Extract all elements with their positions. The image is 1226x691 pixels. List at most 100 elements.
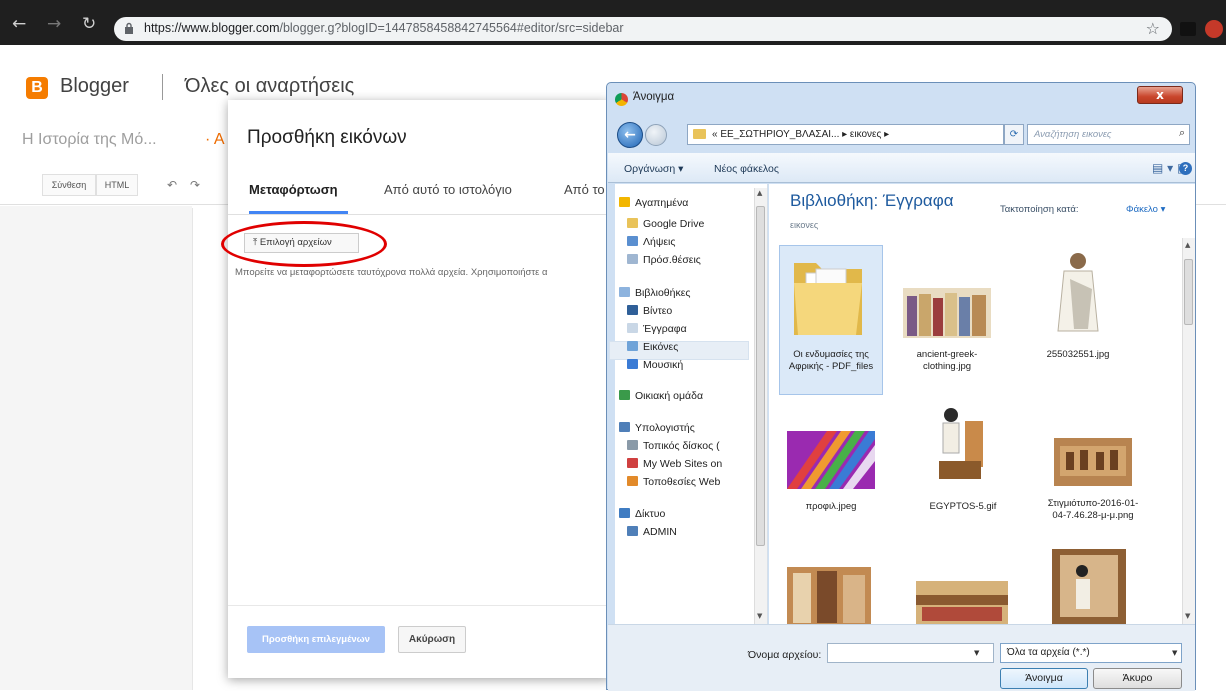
scroll-down-icon[interactable]: ▼	[1185, 612, 1190, 620]
nav-item-label: Έγγραφα	[643, 323, 687, 335]
extension-icon[interactable]	[1180, 22, 1196, 36]
blogger-brand[interactable]: Blogger	[60, 75, 129, 98]
file-label[interactable]: ancient-greek-clothing.jpg	[897, 349, 997, 373]
file-label[interactable]: 255032551.jpg	[1032, 349, 1124, 361]
close-icon[interactable]: x	[1137, 86, 1183, 104]
highlight-annotation	[221, 221, 387, 267]
nav-item[interactable]: Βίντεο	[627, 305, 672, 317]
file-label[interactable]: προφιλ.jpeg	[787, 501, 875, 513]
help-icon[interactable]: ?	[1179, 162, 1192, 175]
nav-item[interactable]: Πρόσ.θέσεις	[627, 254, 701, 266]
library-title: Βιβλιοθήκη: Έγγραφα	[790, 191, 954, 210]
undo-icon[interactable]: ↶	[167, 178, 177, 192]
reload-icon[interactable]: ↻	[82, 14, 96, 34]
scroll-up-icon[interactable]: ▲	[1185, 241, 1190, 249]
nav-item[interactable]: My Web Sites on	[627, 458, 722, 470]
new-folder-button[interactable]: Νέος φάκελος	[714, 163, 779, 175]
forward-arrow-icon[interactable]	[645, 124, 667, 146]
scroll-up-icon[interactable]: ▲	[757, 189, 762, 197]
blogger-logo-icon[interactable]: B	[26, 77, 48, 99]
address-bar[interactable]: https://www.blogger.com/blogger.g?blogID…	[114, 17, 1172, 41]
redo-icon[interactable]: ↷	[190, 178, 200, 192]
lock-icon	[125, 22, 133, 34]
folder-icon	[794, 263, 862, 335]
file-label[interactable]: Οι ενδυμασίες της Αφρικής - PDF_files	[785, 349, 877, 373]
image-thumbnail	[916, 581, 1008, 624]
image-thumbnail	[787, 567, 871, 624]
back-arrow-icon[interactable]: ←	[617, 122, 643, 148]
tab-upload[interactable]: Μεταφόρτωση	[249, 182, 338, 197]
nav-item[interactable]: Αγαπημένα	[619, 197, 688, 209]
image-thumbnail	[1054, 438, 1132, 486]
header-divider	[162, 74, 163, 100]
search-input[interactable]: Αναζήτηση εικονες	[1027, 124, 1190, 145]
dialog-title: Προσθήκη εικόνων	[247, 127, 407, 148]
editor-area[interactable]	[192, 208, 232, 690]
nav-item[interactable]: Έγγραφα	[627, 323, 687, 335]
nav-item-label: Βίντεο	[643, 305, 673, 317]
blog-title[interactable]: Η Ιστορία της Μό...	[22, 131, 157, 149]
nav-item[interactable]: Τοπικός δίσκος (	[627, 440, 720, 452]
star-icon	[619, 197, 630, 207]
nav-item[interactable]: Βιβλιοθήκες	[619, 287, 690, 299]
nav-scrollbar-thumb[interactable]	[756, 206, 765, 546]
navigation-pane	[615, 184, 768, 624]
nav-item[interactable]: Εικόνες	[627, 341, 678, 353]
drive-folder-icon	[627, 218, 638, 228]
nav-item-label: Εικόνες	[643, 341, 679, 353]
video-icon	[627, 305, 638, 315]
star-icon[interactable]: ☆	[1146, 19, 1160, 38]
nav-item[interactable]: Τοποθεσίες Web	[627, 476, 720, 488]
refresh-icon[interactable]: ⟳	[1004, 124, 1024, 145]
nav-item[interactable]: Μουσική	[627, 359, 683, 371]
file-scrollbar-thumb[interactable]	[1184, 259, 1193, 325]
tab-from-other[interactable]: Από το	[564, 182, 605, 197]
cancel-button[interactable]: Άκυρο	[1093, 668, 1182, 689]
open-dialog-title: Άνοιγμα	[615, 91, 674, 106]
search-icon[interactable]: ⌕	[1179, 126, 1185, 140]
recent-places-icon	[627, 254, 638, 264]
nav-item[interactable]: Λήψεις	[627, 236, 675, 248]
nav-item[interactable]: Υπολογιστής	[619, 422, 695, 434]
nav-item-label: ADMIN	[643, 526, 677, 538]
forward-icon[interactable]: →	[47, 14, 61, 34]
music-icon	[627, 359, 638, 369]
sort-dropdown[interactable]: Φάκελο ▾	[1126, 204, 1165, 215]
url-text: https://www.blogger.com/blogger.g?blogID…	[144, 21, 624, 35]
organize-menu[interactable]: Οργάνωση ▾	[624, 163, 683, 175]
scroll-down-icon[interactable]: ▼	[757, 612, 762, 620]
open-button[interactable]: Άνοιγμα	[1000, 668, 1088, 689]
nav-item-label: Αγαπημένα	[635, 197, 689, 209]
filename-input[interactable]	[827, 643, 994, 663]
sort-label: Τακτοποίηση κατά:	[1000, 204, 1079, 215]
page-title: Όλες οι αναρτήσεις	[185, 75, 355, 97]
browser-toolbar: ← → ↻ https://www.blogger.com/blogger.g?…	[0, 0, 1226, 45]
compose-mode-button[interactable]: Σύνθεση	[42, 174, 96, 196]
web-sites-icon	[627, 458, 638, 468]
tab-from-this-blog[interactable]: Από αυτό το ιστολόγιο	[384, 182, 512, 197]
library-subtitle: εικονες	[790, 220, 819, 230]
dialog-toolbar	[608, 153, 1195, 183]
libraries-icon	[619, 287, 630, 297]
filename-label: Όνομα αρχείου:	[748, 649, 822, 661]
back-icon[interactable]: ←	[12, 14, 26, 34]
cancel-button[interactable]: Ακύρωση	[398, 626, 466, 653]
nav-item-label: Βιβλιοθήκες	[635, 287, 691, 299]
file-label[interactable]: EGYPTOS-5.gif	[917, 501, 1009, 513]
nav-item[interactable]: ADMIN	[627, 526, 677, 538]
chrome-icon	[615, 93, 628, 106]
homegroup-icon	[619, 390, 630, 400]
chevron-down-icon[interactable]: ▼	[1172, 649, 1177, 657]
nav-item-label: Υπολογιστής	[635, 422, 695, 434]
nav-item[interactable]: Δίκτυο	[619, 508, 665, 520]
nav-item[interactable]: Οικιακή ομάδα	[619, 390, 703, 402]
local-disk-icon	[627, 440, 638, 450]
filetype-select[interactable]: Όλα τα αρχεία (*.*)	[1000, 643, 1182, 663]
profile-extension-icon[interactable]	[1205, 20, 1223, 38]
html-mode-button[interactable]: HTML	[96, 174, 138, 196]
add-selected-button[interactable]: Προσθήκη επιλεγμένων	[247, 626, 385, 653]
nav-item[interactable]: Google Drive	[627, 218, 704, 230]
file-label[interactable]: Στιγμιότυπο-2016-01-04-7.46.28-μ-μ.png	[1043, 498, 1143, 522]
chevron-down-icon[interactable]: ▼	[974, 649, 979, 657]
breadcrumb[interactable]: « ΕΕ_ΣΩΤΗΡΙΟΥ_ΒΛΑΣΑΙ... ▸ εικονες ▸	[687, 124, 1004, 145]
